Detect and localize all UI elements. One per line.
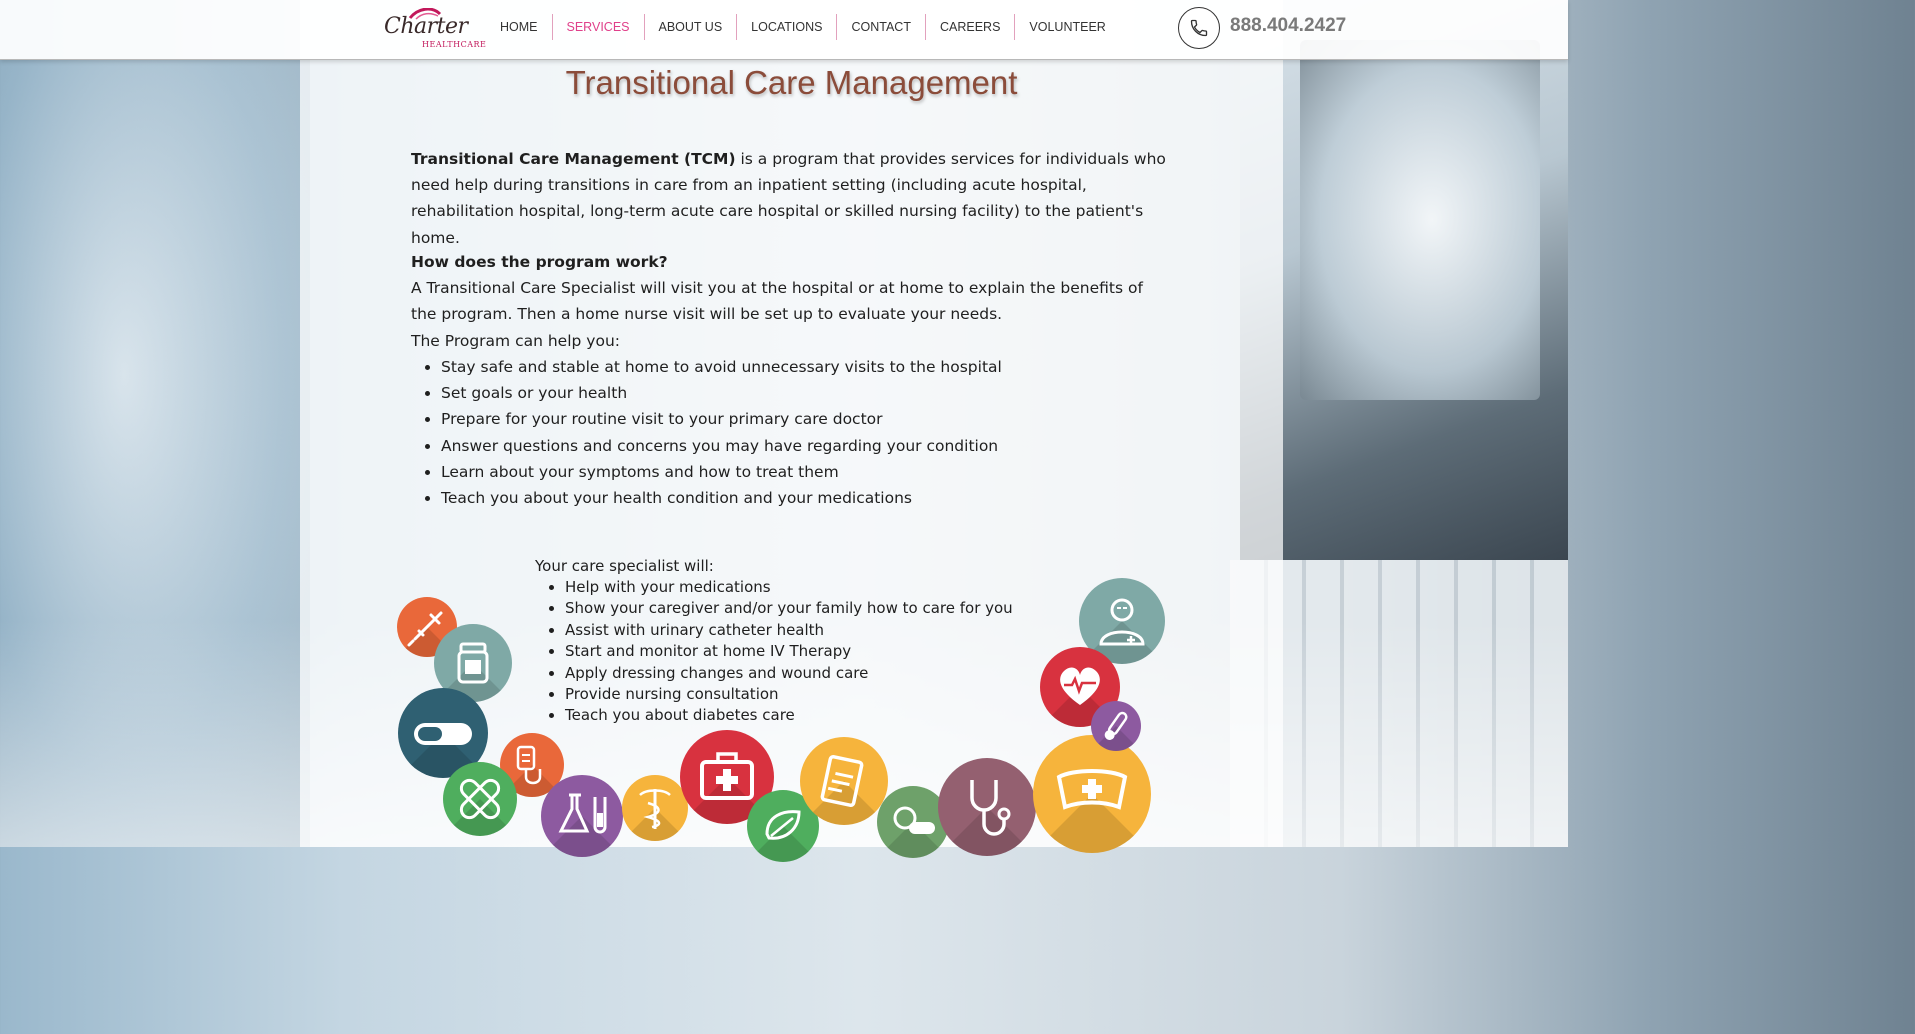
intro-bold-term: Transitional Care Management (TCM) xyxy=(411,150,736,168)
list-item: Answer questions and concerns you may ha… xyxy=(441,433,1002,459)
intro-paragraph: Transitional Care Management (TCM) is a … xyxy=(411,146,1171,251)
list-item: Learn about your symptoms and how to tre… xyxy=(441,459,1002,485)
program-question-heading: How does the program work? xyxy=(411,253,668,271)
list-item: Prepare for your routine visit to your p… xyxy=(441,406,1002,432)
list-item: Provide nursing consultation xyxy=(565,684,1013,705)
nav-careers[interactable]: CAREERS xyxy=(926,14,1016,40)
nav-volunteer[interactable]: VOLUNTEER xyxy=(1015,14,1119,40)
site-header: Charter HEALTHCARE HOME SERVICES ABOUT U… xyxy=(0,0,1568,60)
list-item: Start and monitor at home IV Therapy xyxy=(565,641,1013,662)
phone-icon[interactable] xyxy=(1178,7,1220,49)
nav-about-us[interactable]: ABOUT US xyxy=(645,14,738,40)
list-item: Stay safe and stable at home to avoid un… xyxy=(441,354,1002,380)
nav-contact[interactable]: CONTACT xyxy=(837,14,926,40)
charter-healthcare-logo[interactable]: Charter HEALTHCARE xyxy=(384,8,488,52)
caduceus-icon xyxy=(622,775,688,841)
list-item: Assist with urinary catheter health xyxy=(565,620,1013,641)
list-item: Set goals or your health xyxy=(441,380,1002,406)
logo-wordmark: Charter xyxy=(384,14,468,39)
specialist-intro: Your care specialist will: xyxy=(535,557,714,575)
nurse-cap-icon xyxy=(1033,735,1151,853)
nav-home[interactable]: HOME xyxy=(486,14,553,40)
clipboard-icon xyxy=(800,737,888,825)
help-list: Stay safe and stable at home to avoid un… xyxy=(411,354,1002,511)
list-item: Show your caregiver and/or your family h… xyxy=(565,598,1013,619)
logo-subtitle: HEALTHCARE xyxy=(422,40,487,49)
help-intro: The Program can help you: xyxy=(411,332,620,350)
stethoscope-icon xyxy=(938,758,1036,856)
list-item: Apply dressing changes and wound care xyxy=(565,663,1013,684)
page-title: Transitional Care Management xyxy=(565,64,1018,101)
bandage-icon xyxy=(443,762,517,836)
main-nav: HOME SERVICES ABOUT US LOCATIONS CONTACT… xyxy=(486,14,1120,40)
list-item: Teach you about your health condition an… xyxy=(441,485,1002,511)
background-xray-screen xyxy=(1300,40,1540,400)
specialist-list: Help with your medications Show your car… xyxy=(535,577,1013,727)
lab-flask-icon xyxy=(541,775,623,857)
nav-locations[interactable]: LOCATIONS xyxy=(737,14,838,40)
program-explanation: A Transitional Care Specialist will visi… xyxy=(411,279,1143,324)
nav-services[interactable]: SERVICES xyxy=(553,14,645,40)
list-item: Help with your medications xyxy=(565,577,1013,598)
list-item: Teach you about diabetes care xyxy=(565,705,1013,726)
phone-number[interactable]: 888.404.2427 xyxy=(1230,15,1346,37)
thermometer-icon xyxy=(1091,701,1141,751)
